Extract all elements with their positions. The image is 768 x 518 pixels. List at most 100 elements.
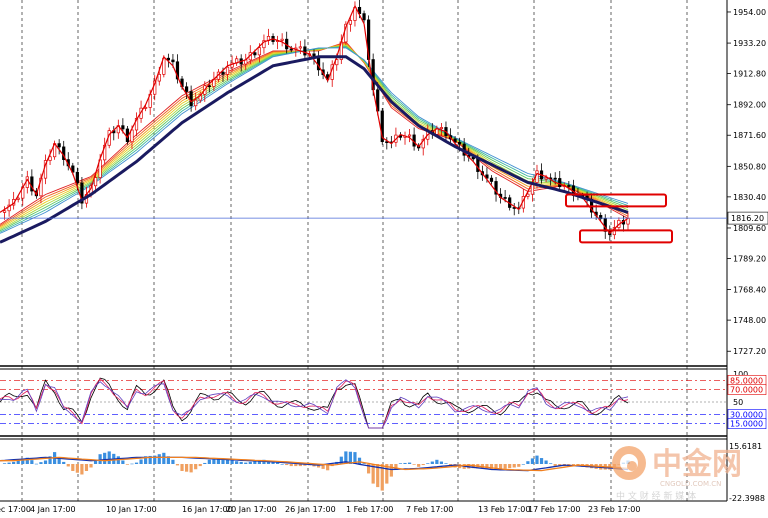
macd-histogram-bar xyxy=(71,464,75,471)
x-tick-label: ec 17:00 xyxy=(0,505,31,514)
y-tick-label: 1954.00 xyxy=(733,8,766,17)
candle-body xyxy=(535,170,539,183)
macd-histogram-bar xyxy=(239,461,243,464)
x-tick-label: 23 Feb 17:00 xyxy=(588,505,640,514)
macd-histogram-bar xyxy=(130,463,134,465)
macd-histogram-bar xyxy=(184,464,189,472)
macd-histogram-bar xyxy=(253,461,257,464)
y-tick-label: 1830.40 xyxy=(733,193,766,202)
y-tick-label: 1727.20 xyxy=(733,347,766,356)
price-tag-label: 1816.20 xyxy=(731,214,764,223)
macd-histogram-bar xyxy=(98,454,102,464)
macd-histogram-bar xyxy=(162,452,166,464)
rsi-level-label: 85.0000 xyxy=(730,376,763,385)
candle-body xyxy=(171,59,175,63)
candle-body xyxy=(544,177,548,180)
macd-histogram-bar xyxy=(180,464,184,471)
macd-histogram-bar xyxy=(80,464,84,475)
macd-histogram-bar xyxy=(103,452,107,464)
macd-histogram-bar xyxy=(171,459,175,464)
macd-histogram-bar xyxy=(535,455,539,464)
x-tick-label: 17 Feb 17:00 xyxy=(528,505,580,514)
candle-body xyxy=(75,171,79,184)
gold-price-chart: 1954.00 1933.20 1912.80 1892.00 1871.60 1850.… xyxy=(0,0,768,514)
macd-histogram-bar xyxy=(121,460,125,464)
macd-histogram-bar xyxy=(221,459,225,464)
candle-body xyxy=(362,13,366,21)
candle-body xyxy=(221,71,225,75)
macd-histogram-bar xyxy=(125,464,130,465)
macd-histogram-bar xyxy=(517,464,521,467)
macd-histogram-bar xyxy=(75,464,79,473)
macd-histogram-bar xyxy=(526,461,530,464)
macd-histogram-bar xyxy=(84,464,89,471)
candle-body xyxy=(407,134,412,137)
macd-histogram-bar xyxy=(93,460,98,464)
y-tick-label: 1912.80 xyxy=(733,70,766,79)
macd-bottom-label: -22.3988 xyxy=(729,494,765,503)
macd-histogram-bar xyxy=(7,462,11,464)
y-tick-label: 1933.20 xyxy=(733,39,766,48)
x-tick-label: 10 Jan 17:00 xyxy=(106,505,157,514)
macd-histogram-bar xyxy=(389,464,393,477)
macd-histogram-bar xyxy=(435,459,439,464)
macd-histogram-bar xyxy=(294,464,298,467)
macd-histogram-bar xyxy=(2,463,7,464)
candle-body xyxy=(121,125,125,130)
candle-body xyxy=(2,210,7,213)
macd-histogram-bar xyxy=(539,458,544,464)
candle-body xyxy=(93,177,98,187)
macd-histogram-bar xyxy=(426,463,430,464)
x-tick-label: 20 Jan 17:00 xyxy=(226,505,277,514)
macd-histogram-bar xyxy=(207,459,211,464)
macd-histogram-bar xyxy=(280,464,284,465)
macd-histogram-bar xyxy=(285,464,289,466)
macd-histogram-bar xyxy=(357,457,362,464)
candle-body xyxy=(439,127,444,129)
rsi-level-label: 50 xyxy=(733,398,743,407)
candle-body xyxy=(16,197,20,200)
macd-histogram-bar xyxy=(244,462,248,464)
candle-body xyxy=(225,66,230,75)
macd-histogram-bar xyxy=(134,462,139,464)
macd-histogram-bar xyxy=(544,460,548,464)
y-tick-label: 1748.00 xyxy=(733,316,766,325)
macd-histogram-bar xyxy=(248,461,252,464)
x-tick-label: 1 Feb 17:00 xyxy=(346,505,393,514)
y-tick-label: 1809.60 xyxy=(733,224,766,233)
candle-body xyxy=(194,99,198,107)
watermark-tagline: 中 文 财 经 新 媒 体 xyxy=(616,490,696,502)
rsi-level-label: 15.0000 xyxy=(730,420,763,429)
candle-body xyxy=(253,52,257,56)
macd-histogram-bar xyxy=(107,451,111,464)
macd-histogram-bar xyxy=(43,460,48,464)
macd-histogram-bar xyxy=(530,458,535,464)
candle-body xyxy=(57,143,61,148)
macd-histogram-bar xyxy=(34,463,39,465)
macd-histogram-bar xyxy=(549,463,553,464)
candle-body xyxy=(553,177,557,180)
macd-histogram-bar xyxy=(66,464,70,467)
macd-histogram-bar xyxy=(403,462,407,464)
macd-histogram-bar xyxy=(39,462,43,464)
macd-histogram-bar xyxy=(430,461,434,464)
candle-body xyxy=(458,141,462,145)
macd-histogram-bar xyxy=(203,462,207,464)
macd-histogram-bar xyxy=(289,464,293,467)
x-tick-label: 26 Jan 17:00 xyxy=(285,505,336,514)
candle-body xyxy=(503,197,507,199)
macd-histogram-bar xyxy=(62,461,66,464)
candle-body xyxy=(476,158,480,172)
macd-histogram-bar xyxy=(189,464,193,473)
macd-histogram-bar xyxy=(89,464,93,468)
macd-histogram-bar xyxy=(12,461,16,464)
macd-histogram-bar xyxy=(503,464,507,469)
macd-histogram-bar xyxy=(235,461,239,464)
macd-histogram-bar xyxy=(194,464,198,470)
candle-body xyxy=(189,91,193,107)
macd-histogram-bar xyxy=(417,464,421,467)
candle-body xyxy=(184,86,189,92)
candle-body xyxy=(303,46,307,56)
candle-body xyxy=(157,73,161,82)
macd-histogram-bar xyxy=(439,461,444,464)
